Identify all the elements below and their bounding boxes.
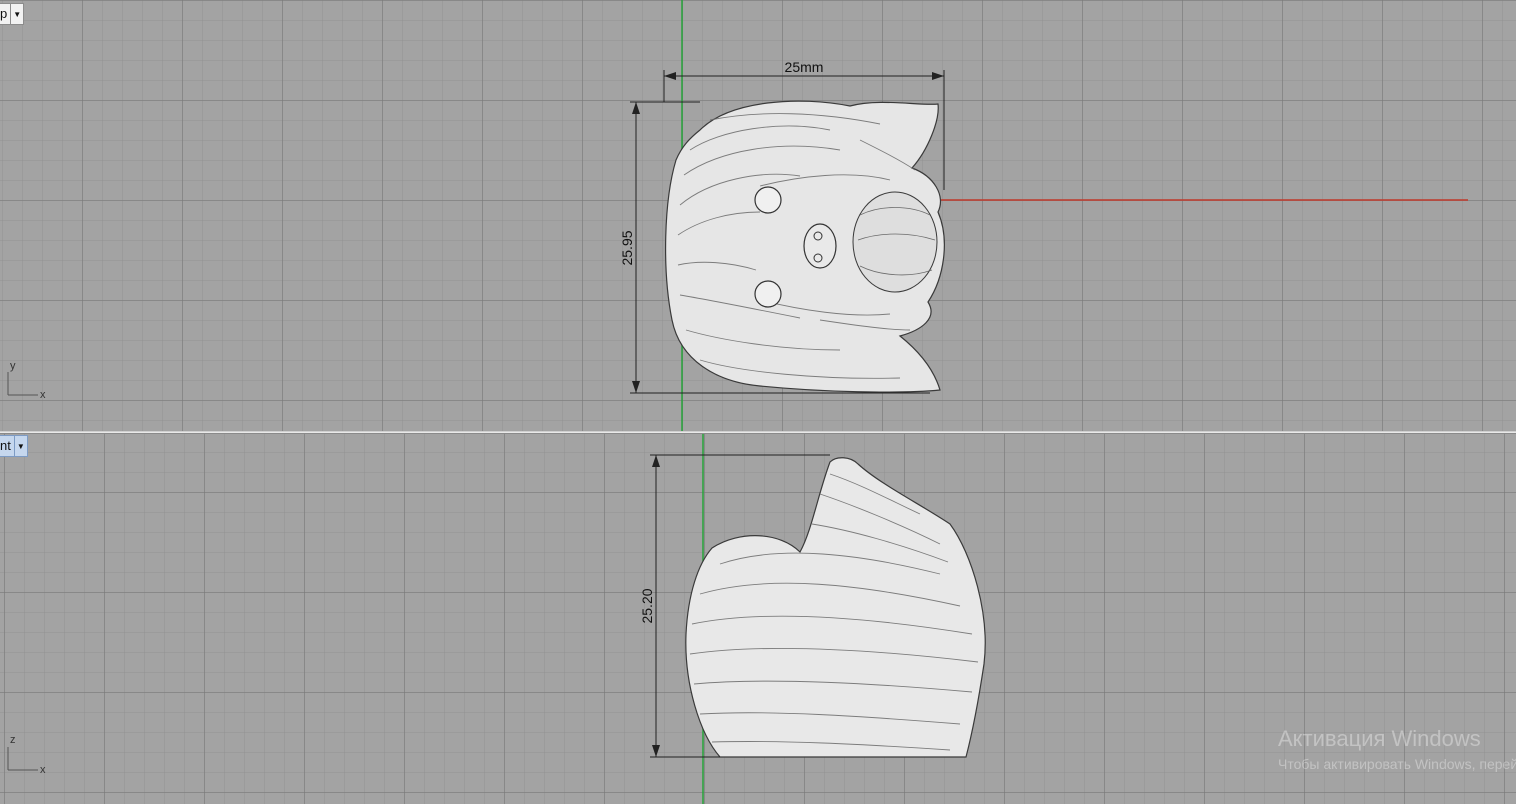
dimension-height-text: 25.95 (619, 230, 635, 265)
eye-lower (754, 280, 782, 308)
viewport-name[interactable]: nt (0, 435, 15, 457)
windows-activation-watermark: Активация Windows Чтобы активировать Win… (1278, 726, 1516, 772)
chevron-down-icon[interactable]: ▼ (11, 3, 25, 25)
viewport-name[interactable]: p (0, 3, 12, 25)
eye-upper (754, 186, 782, 214)
dog-head-front-model[interactable] (685, 457, 986, 758)
axis-label-z: z (10, 734, 16, 746)
axis-label-y: y (10, 360, 16, 372)
dimension-front-height-text: 25.20 (639, 588, 655, 623)
axis-indicator-top: y x (7, 360, 46, 401)
top-scene: 25mm 25.95 y x (7, 0, 1468, 431)
axis-label-x: x (40, 764, 46, 776)
top-viewport[interactable]: p ▼ 25mm 25.95 y x (0, 0, 1516, 431)
dog-head-top-model[interactable] (665, 100, 945, 393)
watermark-title: Активация Windows (1278, 726, 1481, 751)
axis-label-x: x (40, 389, 46, 401)
axis-indicator-front: z x (7, 734, 46, 776)
watermark-subtitle: Чтобы активировать Windows, перейдите в … (1278, 756, 1516, 772)
chevron-down-icon[interactable]: ▼ (14, 435, 28, 457)
dimension-width-text: 25mm (785, 59, 824, 75)
viewport-label-front[interactable]: nt ▼ (0, 435, 28, 457)
viewport-label-top[interactable]: p ▼ (0, 3, 25, 25)
